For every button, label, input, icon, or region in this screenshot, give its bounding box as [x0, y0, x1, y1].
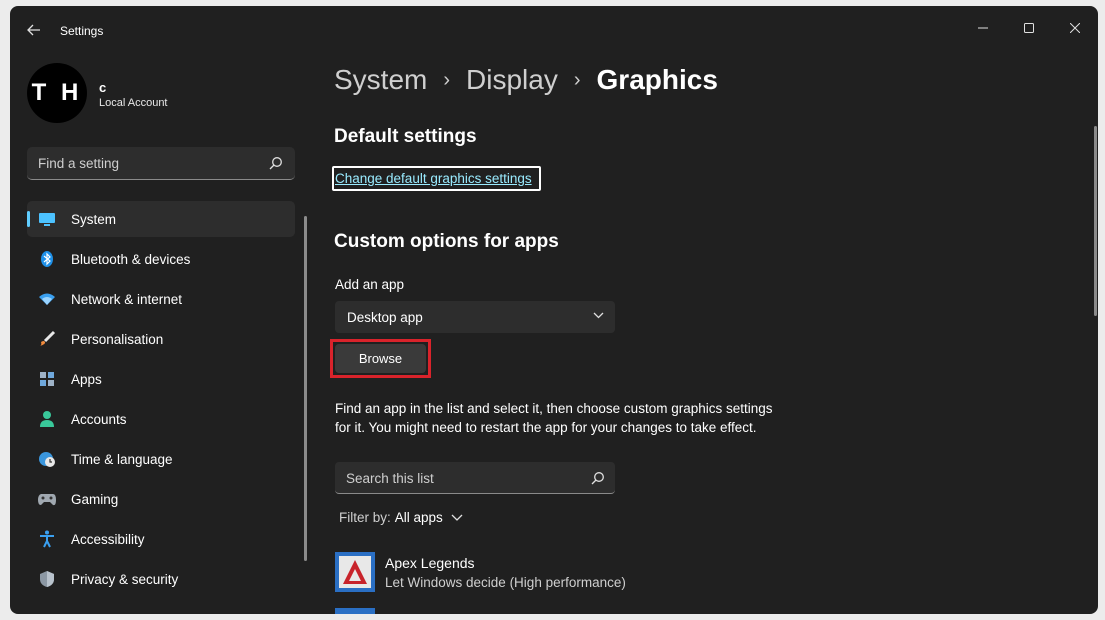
app-icon — [335, 608, 375, 614]
avatar[interactable]: T H — [27, 63, 87, 123]
search-placeholder: Find a setting — [38, 156, 120, 171]
sidebar-item-label: Gaming — [71, 492, 119, 507]
app-graphics-setting: Let Windows decide (High performance) — [385, 575, 626, 590]
sidebar-scrollbar[interactable] — [304, 216, 307, 561]
filter-value: All apps — [394, 510, 443, 525]
user-name: c — [99, 80, 107, 95]
sidebar-item-bluetooth[interactable]: Bluetooth & devices — [27, 241, 295, 277]
accessibility-icon — [38, 530, 56, 548]
breadcrumb-display[interactable]: Display — [466, 64, 558, 96]
sidebar-item-accessibility[interactable]: Accessibility — [27, 521, 295, 557]
person-icon — [38, 410, 56, 428]
brush-icon — [38, 330, 56, 348]
minimize-button[interactable] — [960, 12, 1006, 44]
maximize-icon — [1024, 23, 1034, 33]
close-icon — [1070, 23, 1080, 33]
dropdown-value: Desktop app — [347, 310, 423, 325]
sidebar-item-privacy[interactable]: Privacy & security — [27, 561, 295, 597]
app-title: Settings — [60, 24, 104, 38]
apps-icon — [38, 370, 56, 388]
bluetooth-icon — [38, 250, 56, 268]
sidebar-item-system[interactable]: System — [27, 201, 295, 237]
sidebar-item-label: Bluetooth & devices — [71, 252, 191, 267]
sidebar-item-accounts[interactable]: Accounts — [27, 401, 295, 437]
app-type-dropdown[interactable]: Desktop app — [335, 301, 615, 333]
sidebar-item-label: Accounts — [71, 412, 127, 427]
sidebar-item-label: System — [71, 212, 117, 227]
add-app-label: Add an app — [335, 277, 405, 292]
sidebar-item-label: Apps — [71, 372, 102, 387]
app-name: Apex Legends — [385, 555, 475, 571]
sidebar-item-label: Personalisation — [71, 332, 164, 347]
breadcrumb-separator: › — [443, 68, 451, 91]
sidebar-nav: System Bluetooth & devices Network & int… — [27, 201, 295, 601]
search-placeholder: Search this list — [346, 471, 434, 486]
maximize-button[interactable] — [1006, 12, 1052, 44]
page-title: Graphics — [596, 64, 718, 95]
sidebar-item-label: Privacy & security — [71, 572, 179, 587]
sidebar-item-apps[interactable]: Apps — [27, 361, 295, 397]
find-setting-search[interactable]: Find a setting — [27, 147, 295, 180]
apex-legends-icon — [335, 552, 375, 592]
description-text: Find an app in the list and select it, t… — [335, 401, 773, 435]
chevron-down-icon — [451, 514, 463, 521]
shield-icon — [38, 570, 56, 588]
sidebar-item-gaming[interactable]: Gaming — [27, 481, 295, 517]
search-list-input[interactable]: Search this list — [335, 462, 615, 494]
active-indicator — [27, 211, 30, 227]
back-button[interactable] — [22, 18, 46, 42]
sidebar-item-network[interactable]: Network & internet — [27, 281, 295, 317]
account-type: Local Account — [99, 97, 168, 109]
sidebar-item-label: Time & language — [71, 452, 173, 467]
chevron-down-icon — [593, 312, 604, 319]
custom-options-heading: Custom options for apps — [334, 231, 559, 252]
breadcrumb: System › Display › Graphics — [334, 64, 718, 96]
browse-button[interactable]: Browse — [335, 344, 426, 373]
globe-clock-icon — [38, 450, 56, 468]
main-scrollbar[interactable] — [1094, 126, 1097, 316]
sidebar-item-time-language[interactable]: Time & language — [27, 441, 295, 477]
monitor-icon — [38, 210, 56, 228]
search-icon — [591, 472, 604, 485]
list-item[interactable]: Apex Legends Let Windows decide (High pe… — [335, 552, 935, 596]
change-default-graphics-link[interactable]: Change default graphics settings — [335, 171, 532, 186]
filter-dropdown[interactable]: Filter by: All apps — [339, 510, 463, 525]
default-settings-heading: Default settings — [334, 126, 477, 147]
sidebar-item-label: Network & internet — [71, 292, 183, 307]
minimize-icon — [978, 27, 988, 29]
sidebar-item-personalisation[interactable]: Personalisation — [27, 321, 295, 357]
search-icon — [269, 157, 282, 170]
settings-window: Settings T H c Local Account Find a sett… — [10, 6, 1098, 614]
gamepad-icon — [38, 490, 56, 508]
sidebar-item-label: Accessibility — [71, 532, 145, 547]
back-arrow-icon — [27, 24, 40, 36]
close-button[interactable] — [1052, 12, 1098, 44]
filter-label: Filter by: — [339, 510, 391, 525]
wifi-icon — [38, 290, 56, 308]
breadcrumb-system[interactable]: System — [334, 64, 427, 96]
title-bar: Settings — [10, 6, 1098, 50]
breadcrumb-separator: › — [573, 68, 581, 91]
